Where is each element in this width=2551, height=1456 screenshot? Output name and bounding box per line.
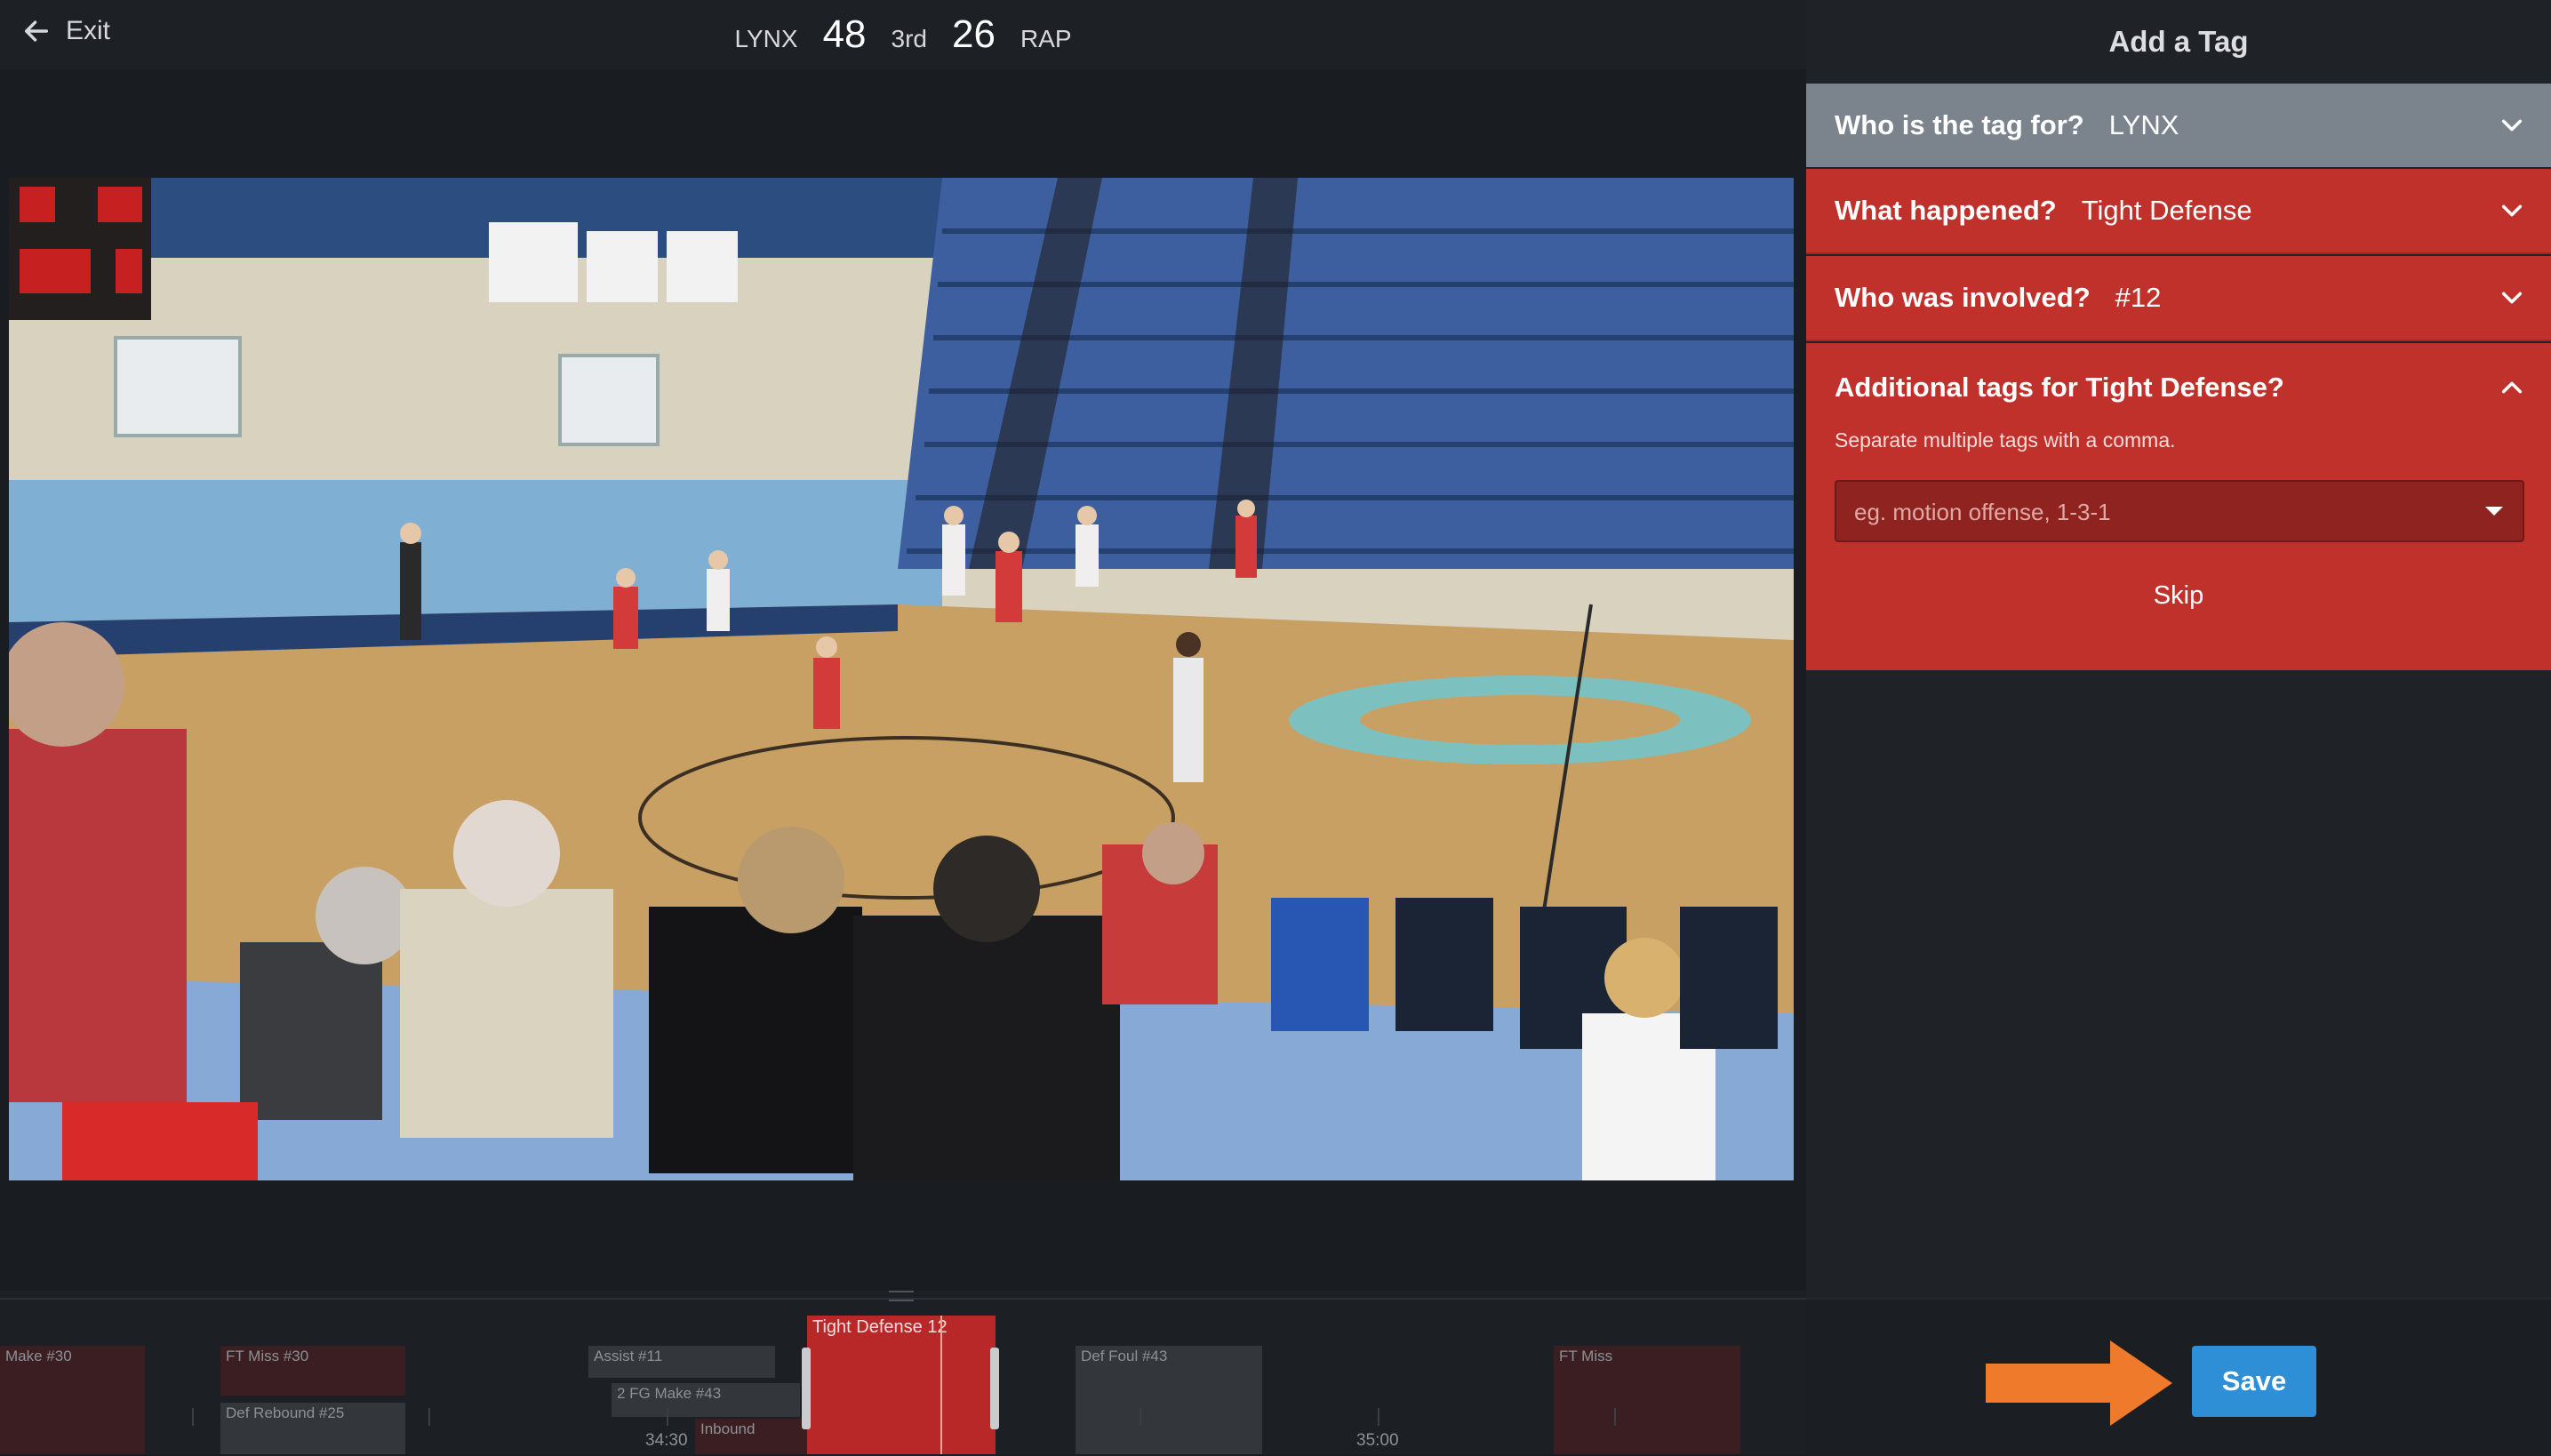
panel-footer: Save	[1806, 1298, 2551, 1456]
game-period: 3rd	[891, 25, 927, 52]
clip-label: FT Miss #30	[226, 1348, 309, 1364]
time-tick	[192, 1408, 194, 1426]
clip-label: 2 FG Make #43	[617, 1385, 722, 1402]
timeline-clip[interactable]: Inbound	[695, 1419, 811, 1454]
involved-answer: #12	[2115, 282, 2162, 313]
clip-label: Make #30	[5, 1348, 72, 1364]
who-involved-row[interactable]: Who was involved? #12	[1806, 256, 2551, 341]
clip-label: Tight Defense 12	[812, 1317, 948, 1337]
clip-start-handle[interactable]	[802, 1348, 811, 1429]
tags-input-container[interactable]	[1835, 480, 2524, 542]
clip-label: Inbound	[700, 1420, 756, 1437]
who-answer: LYNX	[2108, 109, 2179, 140]
clip-end-handle[interactable]	[990, 1348, 999, 1429]
timeline-clip[interactable]: Def Foul #43	[1076, 1346, 1262, 1454]
away-team-score: 26	[951, 12, 996, 56]
additional-question[interactable]: Additional tags for Tight Defense?	[1835, 372, 2284, 404]
away-team-name: RAP	[1020, 25, 1072, 52]
involved-question: Who was involved?	[1835, 282, 2091, 313]
what-happened-row[interactable]: What happened? Tight Defense	[1806, 169, 2551, 254]
timeline-clip[interactable]: Assist #11	[588, 1346, 775, 1378]
tags-input[interactable]	[1836, 482, 2478, 542]
tag-timeline[interactable]: Make #30 FT Miss #30 Def Rebound #25 Ass…	[0, 1291, 1806, 1454]
timeline-clip[interactable]: 2 FG Make #43	[612, 1383, 800, 1417]
chevron-down-icon	[2501, 119, 2523, 132]
timeline-clip[interactable]: FT Miss #30	[220, 1346, 405, 1396]
clip-label: FT Miss	[1559, 1348, 1613, 1364]
home-team-score: 48	[822, 12, 867, 56]
what-answer: Tight Defense	[2081, 195, 2252, 226]
timeline-clip[interactable]: FT Miss	[1554, 1346, 1740, 1454]
clip-label: Assist #11	[594, 1348, 663, 1364]
playhead[interactable]	[940, 1316, 942, 1454]
time-label: 34:30	[645, 1431, 688, 1450]
timeline-clip[interactable]: Def Rebound #25	[220, 1403, 405, 1454]
caret-down-icon[interactable]	[2485, 507, 2503, 516]
save-button[interactable]: Save	[2192, 1346, 2316, 1417]
time-tick	[1140, 1408, 1141, 1426]
additional-tags-section: Additional tags for Tight Defense? Separ…	[1806, 343, 2551, 670]
time-tick	[1614, 1408, 1616, 1426]
video-player[interactable]	[9, 178, 1794, 1180]
orange-arrow-icon	[1986, 1340, 2172, 1426]
who-tag-for-row[interactable]: Who is the tag for? LYNX	[1806, 84, 2551, 167]
skip-button[interactable]: Skip	[1806, 581, 2551, 611]
chevron-down-icon	[2501, 292, 2523, 304]
home-team-name: LYNX	[734, 25, 798, 52]
additional-hint: Separate multiple tags with a comma.	[1835, 428, 2176, 452]
time-label: 35:00	[1356, 1431, 1399, 1450]
panel-title: Add a Tag	[2108, 25, 2249, 58]
time-tick	[667, 1408, 668, 1426]
add-tag-panel: Add a Tag Who is the tag for? LYNX What …	[1806, 0, 2551, 1456]
who-question: Who is the tag for?	[1835, 109, 2084, 140]
game-video-frame	[9, 178, 1794, 1180]
resize-grip-handle[interactable]	[889, 1291, 914, 1301]
chevron-down-icon	[2501, 204, 2523, 217]
chevron-up-icon[interactable]	[2499, 375, 2524, 400]
timeline-clip-selected[interactable]: Tight Defense 12	[807, 1316, 996, 1454]
time-tick	[428, 1408, 430, 1426]
scoreboard: LYNX 48 3rd 26 RAP	[0, 12, 1806, 57]
clip-label: Def Foul #43	[1081, 1348, 1168, 1364]
clip-label: Def Rebound #25	[226, 1404, 345, 1421]
video-header: Exit LYNX 48 3rd 26 RAP	[0, 0, 1806, 69]
timeline-clip[interactable]: Make #30	[0, 1346, 145, 1454]
what-question: What happened?	[1835, 195, 2057, 226]
time-tick	[1378, 1408, 1379, 1426]
